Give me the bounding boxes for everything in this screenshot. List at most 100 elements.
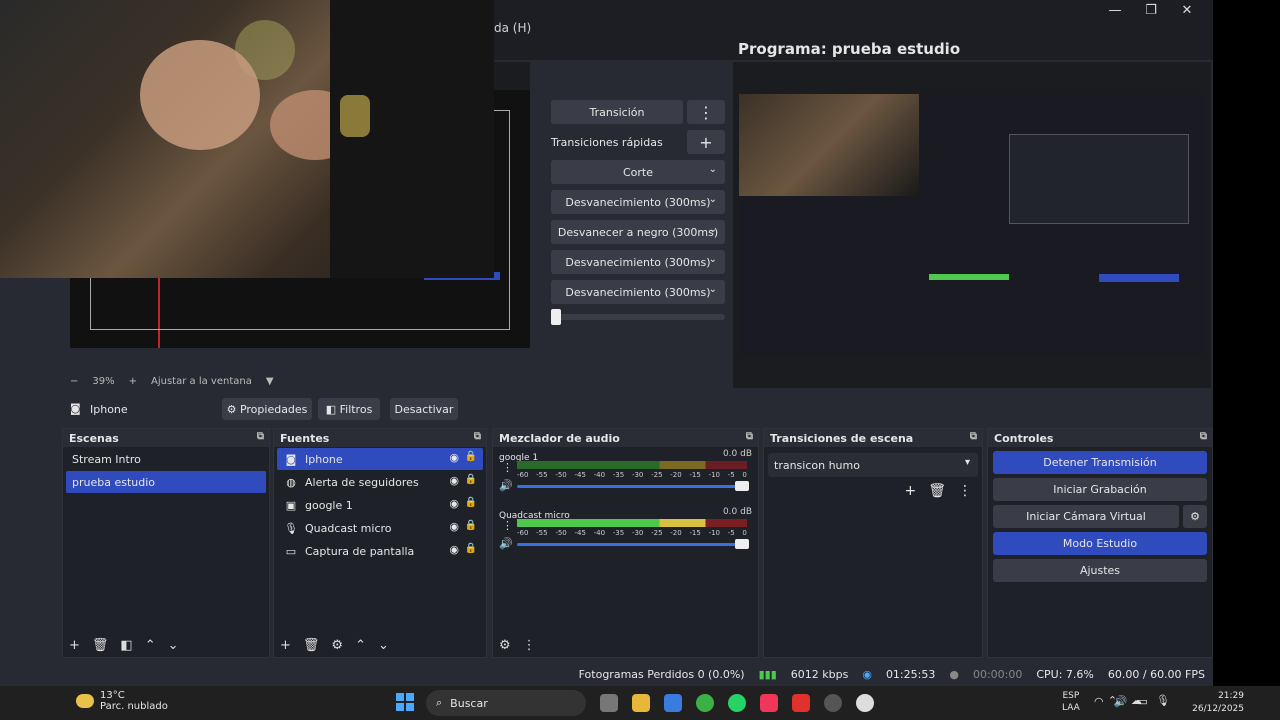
close-button[interactable]: ✕ xyxy=(1169,0,1205,20)
deactivate-button[interactable]: Desactivar xyxy=(390,398,458,420)
source-item-captura[interactable]: ▭ Captura de pantalla ◉ 🔒 xyxy=(277,540,483,562)
float-dock-icon[interactable]: ⧉ xyxy=(746,431,753,442)
microphone-icon[interactable]: 🎙 xyxy=(1156,694,1170,707)
filter-icon[interactable]: ◧ xyxy=(120,638,132,653)
float-dock-icon[interactable]: ⧉ xyxy=(970,431,977,442)
volume-slider[interactable] xyxy=(517,539,749,549)
quick-transitions-label: Transiciones rápidas xyxy=(551,135,663,149)
obs-icon[interactable] xyxy=(824,694,842,712)
speaker-icon[interactable]: 🔊 xyxy=(499,537,513,550)
language-indicator[interactable]: ESP LAA xyxy=(1062,690,1080,714)
status-icons[interactable]: ◠ 🔊 ▭ xyxy=(1094,695,1148,708)
quick-transition-2[interactable]: Desvanecer a negro (300ms) ⌄ xyxy=(551,220,725,244)
whatsapp-icon[interactable] xyxy=(728,694,746,712)
transition-select[interactable]: transicon humo ▾ xyxy=(768,453,978,477)
eye-icon[interactable]: ◉ xyxy=(449,474,459,487)
arrow-up-icon[interactable]: ⌃ xyxy=(145,638,156,653)
volume-slider[interactable] xyxy=(517,481,749,491)
maximize-button[interactable]: ❐ xyxy=(1133,0,1169,20)
program-screen-capture xyxy=(739,94,1205,356)
zoom-out-button[interactable]: − xyxy=(70,376,78,387)
trash-icon[interactable]: 🗑 xyxy=(928,483,946,499)
more-icon[interactable]: ⋮ xyxy=(958,483,972,499)
quick-transition-4[interactable]: Desvanecimiento (300ms) ⌄ xyxy=(551,280,725,304)
trash-icon[interactable]: 🗑 xyxy=(92,638,109,653)
camera-hand xyxy=(140,40,260,150)
search-label: Buscar xyxy=(450,696,488,710)
zoom-in-button[interactable]: + xyxy=(129,376,137,387)
settings-button[interactable]: Ajustes xyxy=(993,559,1207,582)
arrow-down-icon[interactable]: ⌄ xyxy=(168,638,179,653)
lock-icon[interactable]: 🔒 xyxy=(465,474,477,485)
source-item-google[interactable]: ▣ google 1 ◉ 🔒 xyxy=(277,494,483,516)
start-recording-button[interactable]: Iniciar Grabación xyxy=(993,478,1207,501)
speaker-icon[interactable]: 🔊 xyxy=(499,479,513,492)
file-explorer-icon[interactable] xyxy=(632,694,650,712)
quick-transition-3[interactable]: Desvanecimiento (300ms) ⌄ xyxy=(551,250,725,274)
menu-help[interactable]: da (H) xyxy=(494,21,531,35)
mixer-menu-icon[interactable]: ⋮ xyxy=(523,638,536,653)
store-icon[interactable] xyxy=(664,694,682,712)
transition-menu-icon[interactable]: ⋮ xyxy=(687,100,725,124)
quick-transition-0[interactable]: Corte ⌄ xyxy=(551,160,725,184)
zoom-dropdown-icon[interactable]: ▼ xyxy=(266,376,274,387)
chevron-down-icon: ▾ xyxy=(964,457,970,468)
volume-slider-handle[interactable] xyxy=(735,481,749,491)
task-view-icon[interactable] xyxy=(600,694,618,712)
clock[interactable]: 21:29 26/12/2025 xyxy=(1192,690,1244,716)
transition-button[interactable]: Transición xyxy=(551,100,683,124)
gear-icon[interactable]: ⚙ xyxy=(1183,505,1207,528)
arrow-down-icon[interactable]: ⌄ xyxy=(378,638,389,653)
windows-start-icon[interactable] xyxy=(396,693,414,711)
transition-slider-handle[interactable] xyxy=(551,309,561,325)
arrow-up-icon[interactable]: ⌃ xyxy=(355,638,366,653)
studio-mode-button[interactable]: Modo Estudio xyxy=(993,532,1207,555)
source-toolbar: ◙ Iphone ⚙ Propiedades ◧ Filtros Desacti… xyxy=(62,394,1213,424)
gear-icon[interactable]: ⚙ xyxy=(331,638,343,653)
scene-item-stream-intro[interactable]: Stream Intro xyxy=(66,448,266,470)
add-icon[interactable]: + xyxy=(280,638,291,653)
program-meter xyxy=(929,274,1009,280)
eye-icon[interactable]: ◉ xyxy=(449,543,459,556)
sources-dock: Fuentes ⧉ ◙ Iphone ◉ 🔒 ◍ Alerta de seguidores… xyxy=(273,428,487,658)
video-app-icon[interactable] xyxy=(792,694,810,712)
source-item-quadcast[interactable]: 🎙 Quadcast micro ◉ 🔒 xyxy=(277,517,483,539)
float-dock-icon[interactable]: ⧉ xyxy=(474,431,481,442)
lock-icon[interactable]: 🔒 xyxy=(465,520,477,531)
advanced-audio-icon[interactable]: ⚙ xyxy=(499,638,511,653)
lock-icon[interactable]: 🔒 xyxy=(465,543,477,554)
lock-icon[interactable]: 🔒 xyxy=(465,451,477,462)
eye-icon[interactable]: ◉ xyxy=(449,451,459,464)
wifi-icon: ◠ xyxy=(1094,695,1104,708)
chrome-icon[interactable] xyxy=(696,694,714,712)
volume-slider-handle[interactable] xyxy=(735,539,749,549)
add-quick-transition-icon[interactable]: + xyxy=(687,130,725,154)
eye-icon[interactable]: ◉ xyxy=(449,520,459,533)
source-item-iphone[interactable]: ◙ Iphone ◉ 🔒 xyxy=(277,448,483,470)
search-icon: ⌕ xyxy=(436,696,443,709)
weather-widget[interactable]: 13°C Parc. nublado xyxy=(76,690,168,712)
add-icon[interactable]: + xyxy=(69,638,80,653)
properties-button[interactable]: ⚙ Propiedades xyxy=(222,398,312,420)
quick-transition-1[interactable]: Desvanecimiento (300ms) ⌄ xyxy=(551,190,725,214)
float-dock-icon[interactable]: ⧉ xyxy=(257,431,264,442)
trash-icon[interactable]: 🗑 xyxy=(303,638,320,653)
scene-item-prueba-estudio[interactable]: prueba estudio xyxy=(66,471,266,493)
add-icon[interactable]: + xyxy=(904,483,916,499)
float-dock-icon[interactable]: ⧉ xyxy=(1200,431,1207,442)
start-virtual-cam-button[interactable]: Iniciar Cámara Virtual xyxy=(993,505,1179,528)
eye-icon[interactable]: ◉ xyxy=(449,497,459,510)
channel-menu-icon[interactable]: ⋮ xyxy=(502,519,513,532)
app-icon[interactable] xyxy=(856,694,874,712)
filters-button[interactable]: ◧ Filtros xyxy=(318,398,380,420)
minimize-button[interactable]: — xyxy=(1097,0,1133,20)
stop-stream-button[interactable]: Detener Transmisión xyxy=(993,451,1207,474)
music-icon[interactable] xyxy=(760,694,778,712)
camera-overlay-window[interactable] xyxy=(0,0,494,278)
source-item-alerta[interactable]: ◍ Alerta de seguidores ◉ 🔒 xyxy=(277,471,483,493)
taskbar-search[interactable]: ⌕ Buscar xyxy=(426,690,586,716)
channel-menu-icon[interactable]: ⋮ xyxy=(502,461,513,474)
virtual-cam-row: Iniciar Cámara Virtual ⚙ xyxy=(993,505,1207,528)
transition-slider[interactable] xyxy=(551,309,725,325)
lock-icon[interactable]: 🔒 xyxy=(465,497,477,508)
